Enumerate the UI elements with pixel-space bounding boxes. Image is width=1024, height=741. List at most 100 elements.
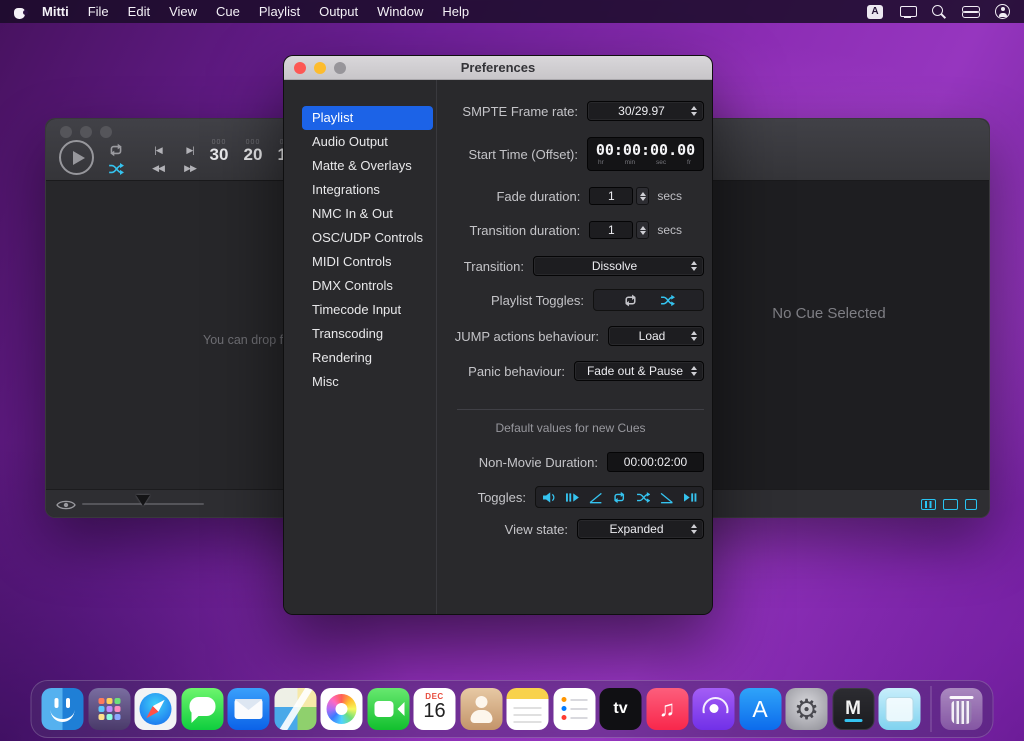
non-movie-duration-field[interactable]: 00:00:02:00 (607, 452, 704, 472)
dock-icon-trash[interactable] (941, 688, 983, 730)
play-button[interactable] (59, 140, 94, 175)
menu-bar: Mitti File Edit View Cue Playlist Output Windo… (0, 0, 1024, 23)
start-time-field[interactable]: 00:00:00.00 hr min sec fr (587, 137, 704, 171)
sidebar-item-osc-udp-controls[interactable]: OSC/UDP Controls (302, 226, 433, 250)
dock-icon-facetime[interactable] (367, 688, 409, 730)
fade-duration-unit: secs (657, 189, 682, 203)
dock-icon-podcasts[interactable] (693, 688, 735, 730)
apple-menu-icon[interactable] (14, 5, 26, 19)
sidebar-item-integrations[interactable]: Integrations (302, 178, 433, 202)
jump-actions-select[interactable]: Load (608, 326, 704, 346)
compact-view-icon[interactable] (965, 499, 977, 510)
sidebar-item-playlist[interactable]: Playlist (302, 106, 433, 130)
dock-icon-mail[interactable] (228, 688, 270, 730)
search-icon[interactable] (932, 5, 945, 18)
menu-items: File Edit View Cue Playlist Output Window Help (88, 4, 488, 19)
sidebar-item-misc[interactable]: Misc (302, 370, 433, 394)
close-button[interactable] (60, 126, 72, 138)
defaults-section-header: Default values for new Cues (437, 421, 704, 435)
menu-item-window[interactable]: Window (377, 4, 423, 19)
sidebar-item-matte-overlays[interactable]: Matte & Overlays (302, 154, 433, 178)
shuffle-icon[interactable] (108, 161, 124, 177)
dock-icon-photos[interactable] (321, 688, 363, 730)
view-state-select[interactable]: Expanded (577, 519, 704, 539)
fast-forward-icon[interactable]: ▶▶ (176, 160, 204, 177)
chevron-up-down-icon (687, 106, 701, 116)
sidebar-item-transcoding[interactable]: Transcoding (302, 322, 433, 346)
dock-icon-launchpad[interactable] (88, 688, 130, 730)
dock-icon-contacts[interactable] (460, 688, 502, 730)
stepper-arrows-icon[interactable] (636, 221, 649, 239)
transition-select[interactable]: Dissolve (533, 256, 704, 276)
menu-item-file[interactable]: File (88, 4, 109, 19)
menu-item-playlist[interactable]: Playlist (259, 4, 300, 19)
account-icon[interactable] (995, 4, 1010, 19)
transition-duration-unit: secs (657, 223, 682, 237)
dock-icon-settings[interactable]: ⚙ (786, 688, 828, 730)
sidebar-item-audio-output[interactable]: Audio Output (302, 130, 433, 154)
stepper-arrows-icon[interactable] (636, 187, 649, 205)
shuffle-icon[interactable] (636, 490, 650, 505)
sidebar-item-midi-controls[interactable]: MIDI Controls (302, 250, 433, 274)
dock-icon-finder[interactable] (42, 688, 84, 730)
wide-view-icon[interactable] (943, 499, 958, 510)
rewind-icon[interactable]: ◀◀ (144, 160, 172, 177)
control-center-icon[interactable] (962, 6, 978, 18)
sidebar-item-nmc-in-out[interactable]: NMC In & Out (302, 202, 433, 226)
volume-icon[interactable] (542, 490, 556, 505)
eye-icon[interactable] (56, 498, 76, 510)
skip-to-end-icon[interactable]: ▶| (176, 142, 204, 159)
no-cue-selected-text: No Cue Selected (749, 305, 909, 322)
chevron-up-down-icon (687, 524, 701, 534)
zoom-button[interactable] (100, 126, 112, 138)
transition-duration-stepper[interactable]: 1 (589, 221, 649, 239)
loop-playlist-icon[interactable] (108, 142, 124, 158)
dock-icon-messages[interactable] (181, 688, 223, 730)
sidebar-item-rendering[interactable]: Rendering (302, 346, 433, 370)
fade-in-icon[interactable] (589, 490, 603, 505)
skip-to-start-icon[interactable]: |◀ (144, 142, 172, 159)
smpte-label: SMPTE Frame rate: (462, 104, 578, 119)
dock-icon-music[interactable]: ♫ (646, 688, 688, 730)
window-title: Preferences (284, 56, 712, 80)
non-movie-duration-label: Non-Movie Duration: (479, 455, 598, 470)
app-menu-title[interactable]: Mitti (42, 4, 69, 19)
repeat-icon[interactable] (612, 490, 626, 505)
hold-play-icon[interactable] (565, 490, 579, 505)
shuffle-toggle-icon[interactable] (660, 293, 675, 308)
fade-out-icon[interactable] (659, 490, 673, 505)
input-source-icon[interactable]: A (867, 5, 883, 19)
zoom-slider-thumb[interactable] (136, 495, 150, 506)
dock-icon-calendar[interactable]: DEC16 (414, 688, 456, 730)
cue-toggles-group (535, 486, 704, 508)
preferences-titlebar[interactable]: Preferences (284, 56, 712, 80)
menu-item-output[interactable]: Output (319, 4, 358, 19)
minimize-button[interactable] (80, 126, 92, 138)
in-out-view-icon[interactable] (921, 499, 936, 510)
play-hold-icon[interactable] (683, 490, 697, 505)
transition-duration-label: Transition duration: (470, 223, 581, 238)
view-state-label: View state: (505, 522, 568, 537)
sidebar-item-timecode-input[interactable]: Timecode Input (302, 298, 433, 322)
preferences-window: Preferences PlaylistAudio OutputMatte & … (283, 55, 713, 615)
dock-icon-tv[interactable]: tv (600, 688, 642, 730)
fade-duration-stepper[interactable]: 1 (589, 187, 649, 205)
menu-item-edit[interactable]: Edit (128, 4, 150, 19)
menu-item-view[interactable]: View (169, 4, 197, 19)
display-icon[interactable] (900, 5, 915, 18)
repeat-toggle-icon[interactable] (623, 293, 638, 308)
dock-icon-cyanapp[interactable] (879, 688, 921, 730)
dock-icon-reminders[interactable] (553, 688, 595, 730)
dock-icon-notes[interactable] (507, 688, 549, 730)
dock-icon-mitti[interactable]: M (832, 688, 874, 730)
smpte-frame-rate-select[interactable]: 30/29.97 (587, 101, 704, 121)
dock-icon-safari[interactable] (135, 688, 177, 730)
menu-item-cue[interactable]: Cue (216, 4, 240, 19)
menu-item-help[interactable]: Help (442, 4, 469, 19)
panic-behaviour-select[interactable]: Fade out & Pause (574, 361, 704, 381)
dock-icon-appstore[interactable]: A (739, 688, 781, 730)
appstore-glyph: A (739, 688, 781, 730)
prefs-content: SMPTE Frame rate: 30/29.97 Start Time (O… (436, 80, 712, 614)
sidebar-item-dmx-controls[interactable]: DMX Controls (302, 274, 433, 298)
dock-icon-maps[interactable] (274, 688, 316, 730)
